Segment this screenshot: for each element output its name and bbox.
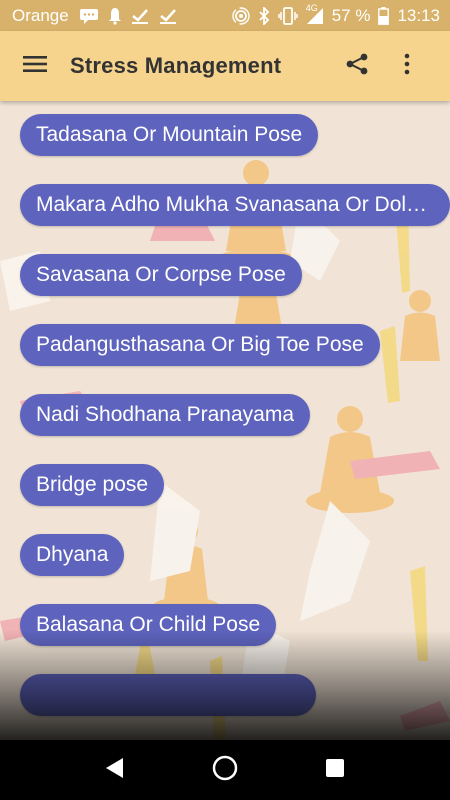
hotspot-icon xyxy=(232,6,250,25)
back-triangle-icon xyxy=(105,757,125,784)
bell-icon xyxy=(108,7,121,25)
menu-button[interactable] xyxy=(0,31,70,101)
check-icon-2 xyxy=(159,8,177,24)
battery-percentage: 57 % xyxy=(331,5,371,25)
list-item[interactable]: Savasana Or Corpse Pose xyxy=(20,254,302,296)
carrier-label: Orange xyxy=(12,5,69,25)
list-item[interactable]: Tadasana Or Mountain Pose xyxy=(20,114,319,156)
hamburger-menu-icon xyxy=(23,55,47,78)
battery-icon xyxy=(378,6,390,25)
content-area[interactable]: Tadasana Or Mountain Pose Makara Adho Mu… xyxy=(0,101,450,740)
back-button[interactable] xyxy=(85,740,145,800)
list-item[interactable]: Nadi Shodhana Pranayama xyxy=(20,394,311,436)
system-navigation-bar xyxy=(0,740,450,800)
overflow-menu-button[interactable] xyxy=(382,31,432,101)
recents-button[interactable] xyxy=(305,740,365,800)
bluetooth-icon xyxy=(258,6,270,25)
home-circle-icon xyxy=(212,755,238,786)
recents-square-icon xyxy=(325,758,345,783)
status-bar: Orange 4G 57 % 13:13 xyxy=(0,0,450,31)
list-item[interactable]: Bridge pose xyxy=(20,464,165,506)
home-button[interactable] xyxy=(195,740,255,800)
app-bar: Stress Management xyxy=(0,31,450,101)
check-icon xyxy=(131,8,149,24)
list-item[interactable]: Makara Adho Mukha Svanasana Or Dolphin P… xyxy=(20,184,450,226)
signal-icon: 4G xyxy=(306,3,324,25)
share-button[interactable] xyxy=(332,31,382,101)
list-item[interactable] xyxy=(20,674,316,716)
list-item[interactable]: Padangusthasana Or Big Toe Pose xyxy=(20,324,380,366)
vibrate-icon xyxy=(277,6,298,25)
more-vertical-icon xyxy=(404,53,410,80)
clock: 13:13 xyxy=(397,5,440,25)
network-type-label: 4G xyxy=(305,2,318,13)
list-item[interactable]: Dhyana xyxy=(20,534,125,576)
message-icon xyxy=(79,8,99,24)
page-title: Stress Management xyxy=(70,53,282,78)
share-icon xyxy=(345,52,369,81)
list-item[interactable]: Balasana Or Child Pose xyxy=(20,604,277,646)
